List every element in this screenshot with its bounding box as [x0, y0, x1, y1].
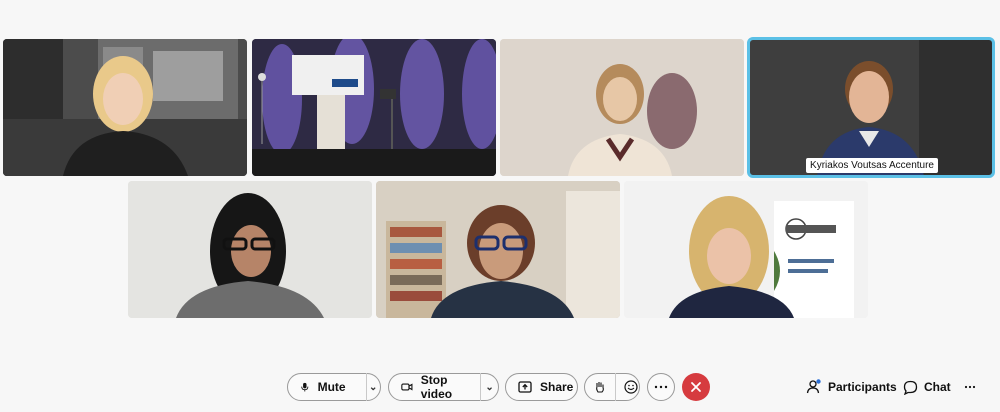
mute-button[interactable]: Mute ⌄	[287, 373, 381, 401]
chat-label: Chat	[924, 380, 951, 394]
video-camera-icon	[401, 383, 413, 391]
chevron-down-icon[interactable]: ⌄	[366, 382, 380, 393]
video-feed	[624, 181, 868, 318]
video-tile-5[interactable]	[128, 181, 372, 318]
video-feed	[128, 181, 372, 318]
video-feed	[500, 39, 744, 176]
chevron-down-icon[interactable]: ⌄	[481, 382, 498, 393]
share-screen-icon	[518, 381, 532, 393]
chat-button[interactable]: Chat	[903, 377, 951, 397]
video-tile-7[interactable]	[624, 181, 868, 318]
leave-meeting-button[interactable]	[682, 373, 710, 401]
video-feed	[3, 39, 247, 176]
share-button[interactable]: Share	[505, 373, 578, 401]
meeting-toolbar: Mute ⌄ Stop video ⌄ Share Participants C…	[0, 365, 1000, 410]
share-label: Share	[540, 380, 574, 394]
more-options-button[interactable]	[647, 373, 675, 401]
participant-name-tag: Kyriakos Voutsas Accenture	[806, 158, 938, 173]
video-feed	[252, 39, 496, 176]
stop-video-label: Stop video	[420, 373, 453, 401]
stop-video-button[interactable]: Stop video ⌄	[388, 373, 499, 401]
video-tile-active-speaker[interactable]: Kyriakos Voutsas Accenture	[747, 37, 995, 178]
video-tile-6[interactable]	[376, 181, 620, 318]
overflow-menu-button[interactable]	[964, 377, 982, 397]
close-icon	[691, 382, 701, 392]
ellipsis-icon	[964, 385, 976, 389]
video-tile-1[interactable]	[3, 39, 247, 176]
divider	[615, 373, 616, 401]
participants-label: Participants	[828, 380, 897, 394]
video-tile-3[interactable]	[500, 39, 744, 176]
participants-button[interactable]: Participants	[806, 377, 897, 397]
ellipsis-icon	[654, 385, 668, 389]
video-feed	[376, 181, 620, 318]
raise-hand-icon[interactable]	[593, 380, 607, 394]
video-gallery: Kyriakos Voutsas Accenture	[0, 0, 1000, 360]
video-tile-2[interactable]	[252, 39, 496, 176]
emoji-reaction-icon[interactable]	[624, 380, 638, 394]
participants-icon	[806, 379, 821, 394]
microphone-icon	[301, 382, 309, 392]
video-feed	[749, 39, 993, 176]
mute-label: Mute	[317, 380, 346, 394]
chat-bubble-icon	[903, 380, 918, 395]
reactions-group	[584, 373, 640, 401]
